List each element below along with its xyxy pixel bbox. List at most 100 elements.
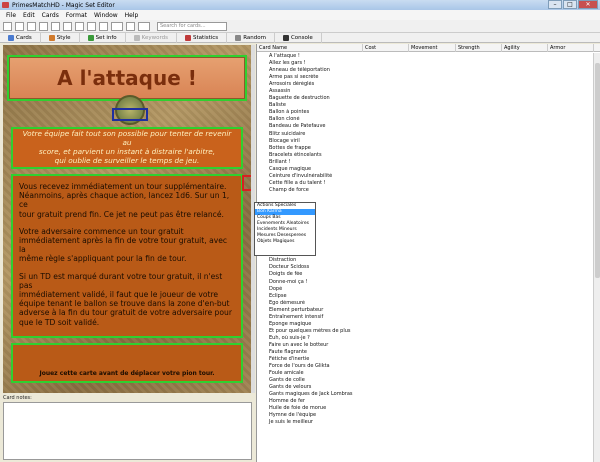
column-card-name[interactable]: Card Name	[257, 44, 363, 52]
list-item[interactable]: Distraction	[257, 257, 593, 264]
list-item[interactable]: Docteur Scidoss	[257, 264, 593, 271]
list-item[interactable]: Bracelets étincelants	[257, 152, 593, 159]
rotate-icon[interactable]	[138, 21, 150, 31]
list-item[interactable]: Anneau de téléportation	[257, 67, 593, 74]
list-item[interactable]: Huile de foie de morue	[257, 405, 593, 412]
list-item[interactable]: Baliste	[257, 102, 593, 109]
list-item[interactable]: Et pour quelques mètres de plus	[257, 328, 593, 335]
menu-cards[interactable]: Cards	[42, 12, 59, 19]
list-item[interactable]: Ballon à pointes	[257, 109, 593, 116]
dropdown-option[interactable]: Objets Magiques	[255, 239, 315, 245]
card-preview: A l'attaque ! Votre équipe fait tout son…	[3, 45, 251, 393]
list-item[interactable]: Ballon cloné	[257, 116, 593, 123]
menu-window[interactable]: Window	[94, 12, 118, 19]
symbol-selection-frame[interactable]	[112, 108, 148, 121]
list-item[interactable]: Casque magique	[257, 166, 593, 173]
list-item[interactable]: Gants de colle	[257, 377, 593, 384]
card-rules-box[interactable]: Vous recevez immédiatement un tour suppl…	[11, 174, 243, 338]
list-item[interactable]: Bandeau de Patefauve	[257, 123, 593, 130]
tab-console[interactable]: Console	[275, 32, 322, 43]
list-item[interactable]: Faute flagrante	[257, 349, 593, 356]
window-title: PrimesMatchHD - Magic Set Editor	[12, 1, 115, 9]
list-item[interactable]: Entraînement intensif	[257, 314, 593, 321]
new-icon[interactable]	[3, 21, 12, 31]
menu-help[interactable]: Help	[125, 12, 139, 19]
list-item[interactable]: Fétiche d'inertie	[257, 356, 593, 363]
list-item[interactable]: A l'attaque !	[257, 53, 593, 60]
statistics-icon	[185, 34, 192, 41]
category-dropdown[interactable]: Actions Speciales Bon Karma Coups Bas Evene…	[254, 202, 316, 256]
list-item[interactable]: Champ de force	[257, 187, 593, 194]
list-item[interactable]: Euh, où suis-je ?	[257, 335, 593, 342]
list-item[interactable]: Eponge magique	[257, 321, 593, 328]
tab-cards[interactable]: Cards	[0, 32, 41, 43]
list-item[interactable]: Gants de velours	[257, 384, 593, 391]
column-agility[interactable]: Agility	[502, 44, 548, 52]
close-button[interactable]: ✕	[578, 0, 598, 9]
menu-edit[interactable]: Edit	[23, 12, 35, 19]
set-info-icon	[87, 34, 94, 41]
tab-random[interactable]: Random	[227, 32, 275, 43]
menu-bar: File Edit Cards Format Window Help	[0, 10, 600, 20]
list-item[interactable]: Element perturbateur	[257, 307, 593, 314]
list-item[interactable]: Foule amicale	[257, 370, 593, 377]
list-item[interactable]: Dopé	[257, 286, 593, 293]
menu-file[interactable]: File	[6, 12, 16, 19]
list-item[interactable]: Ego démesuré	[257, 300, 593, 307]
list-item[interactable]: Force de l'ours de Glikta	[257, 363, 593, 370]
list-item[interactable]: Gants magiques de Jack Lombras	[257, 391, 593, 398]
list-item[interactable]: Faire un avec le botteur	[257, 342, 593, 349]
list-item[interactable]: Doigts de fée	[257, 271, 593, 278]
category-selector-frame[interactable]	[242, 175, 251, 191]
reminder-icon[interactable]	[99, 21, 108, 31]
list-item[interactable]	[257, 194, 593, 201]
card-footer-text: Jouez cette carte avant de déplacer votr…	[39, 370, 215, 377]
list-item[interactable]: Eclipse	[257, 293, 593, 300]
tab-keywords[interactable]: Keywords	[126, 32, 178, 43]
undo-icon[interactable]	[39, 21, 48, 31]
app-icon	[2, 2, 9, 8]
tab-style[interactable]: Style	[41, 32, 80, 43]
list-item[interactable]: Assassin	[257, 88, 593, 95]
open-icon[interactable]	[15, 21, 24, 31]
column-strength[interactable]: Strength	[456, 44, 502, 52]
menu-format[interactable]: Format	[66, 12, 87, 19]
list-item[interactable]: Blitz suicidaire	[257, 131, 593, 138]
tab-set-info[interactable]: Set info	[80, 32, 126, 43]
card-footer-box[interactable]: Jouez cette carte avant de déplacer votr…	[11, 343, 243, 383]
tab-bar: Cards Style Set info Keywords Statistics…	[0, 32, 600, 43]
list-item[interactable]: Hymne de l'équipe	[257, 412, 593, 419]
column-movement[interactable]: Movement	[409, 44, 456, 52]
list-item[interactable]: Brillant !	[257, 159, 593, 166]
list-item[interactable]: Ceinture d'invulnérabilité	[257, 173, 593, 180]
scrollbar-thumb[interactable]	[595, 63, 600, 278]
column-cost[interactable]: Cost	[363, 44, 409, 52]
list-item[interactable]: Baguette de destruction	[257, 95, 593, 102]
list-item[interactable]: Je suis le meilleur	[257, 419, 593, 426]
italic-icon[interactable]	[75, 21, 84, 31]
maximize-button[interactable]: □	[563, 0, 577, 9]
card-notes-label: Card notes:	[3, 395, 32, 401]
search-input[interactable]: Search for cards...	[157, 21, 227, 31]
card-flavor-box[interactable]: Votre équipe fait tout son possible pour…	[11, 127, 243, 169]
list-item[interactable]: Donne-moi ça !	[257, 279, 593, 286]
save-icon[interactable]	[27, 21, 36, 31]
list-item[interactable]: Bottes de frappe	[257, 145, 593, 152]
list-item[interactable]: Blocage viril	[257, 138, 593, 145]
column-armor[interactable]: Armor	[548, 44, 594, 52]
list-item[interactable]: Cette fille a du talent !	[257, 180, 593, 187]
list-item[interactable]: Arrosoirs déréglés	[257, 81, 593, 88]
minimize-button[interactable]: –	[548, 0, 562, 9]
list-item[interactable]: Allez les gars !	[257, 60, 593, 67]
card-list-scrollbar[interactable]	[593, 53, 600, 462]
card-flavor-text: Votre équipe fait tout son possible pour…	[22, 129, 232, 165]
redo-icon[interactable]	[51, 21, 60, 31]
card-notes-input[interactable]	[3, 402, 252, 460]
tab-statistics[interactable]: Statistics	[177, 32, 228, 43]
symbol-icon[interactable]	[87, 21, 96, 31]
bold-icon[interactable]	[63, 21, 72, 31]
list-item[interactable]: Homme de fer	[257, 398, 593, 405]
list-item[interactable]: Arme pas si secrète	[257, 74, 593, 81]
remove-card-icon[interactable]	[126, 21, 135, 31]
add-card-icon[interactable]	[111, 21, 123, 31]
